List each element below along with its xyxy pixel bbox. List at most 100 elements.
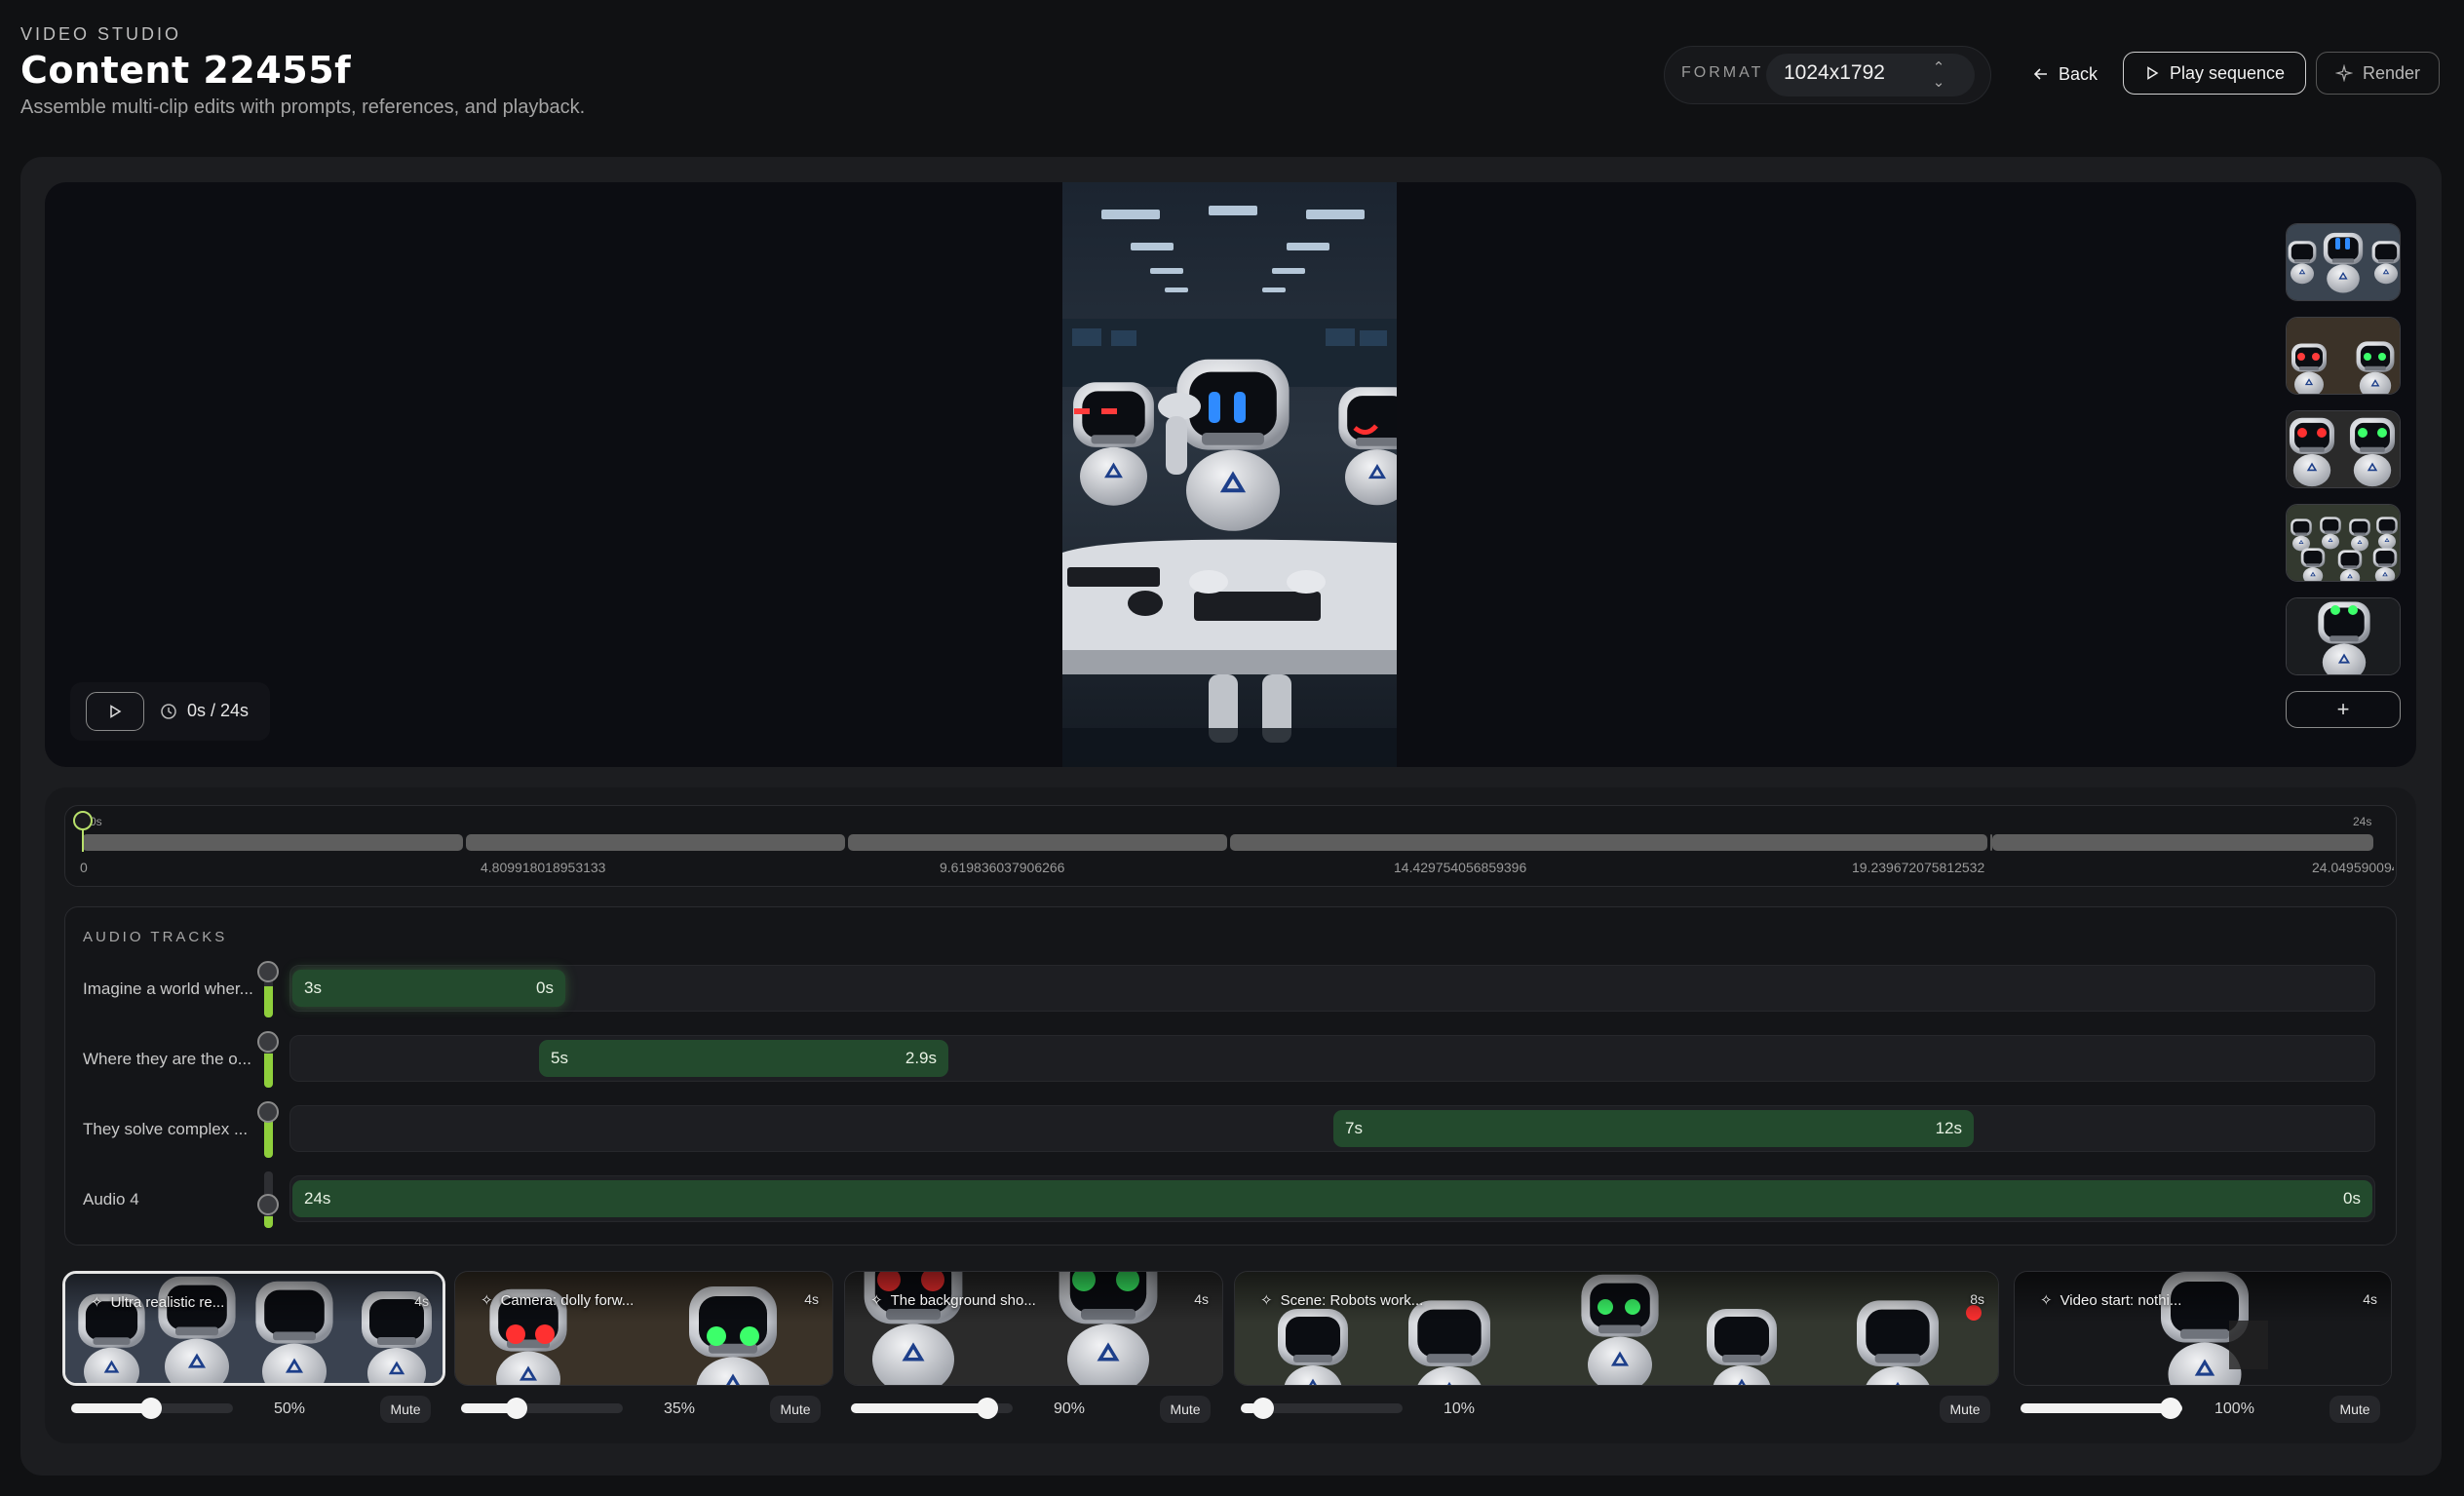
clip-volume-handle[interactable] (1252, 1398, 1274, 1419)
reference-thumbnail-2[interactable] (2286, 317, 2401, 395)
audio-clip-start: 7s (1345, 1119, 1363, 1137)
ruler-segment (466, 834, 845, 851)
sparkle-icon: ✧ (1260, 1292, 1273, 1309)
audio-clip[interactable]: 24s 0s (292, 1180, 2372, 1217)
back-button-label: Back (2058, 63, 2098, 84)
playback-time-text: 0s / 24s (187, 701, 250, 720)
video-clip-duration: 4s (1194, 1291, 1209, 1307)
video-clip-label: ✧ Video start: nothi... (2040, 1291, 2182, 1310)
audio-volume-handle[interactable] (257, 1031, 279, 1053)
video-clip-label: ✧ The background sho... (870, 1291, 1036, 1310)
audio-clip-end: 0s (2343, 1189, 2361, 1208)
audio-clip-start: 5s (551, 1049, 568, 1067)
ruler-tick: 19.239672075812532 (1852, 860, 1985, 875)
ruler-end-marker: 24s (2353, 815, 2372, 828)
audio-track-label: Audio 4 (83, 1190, 139, 1208)
play-icon (2147, 66, 2159, 80)
clip-mute-button[interactable]: Mute (2329, 1396, 2380, 1423)
render-button[interactable]: Render (2316, 52, 2440, 95)
page-subtitle: Assemble multi-clip edits with prompts, … (20, 96, 586, 118)
clip-volume-slider[interactable] (2021, 1403, 2182, 1413)
clip-volume-value: 10% (1444, 1400, 1476, 1417)
playback-time: 0s / 24s (160, 701, 249, 721)
clip-mute-button[interactable]: Mute (1160, 1396, 1211, 1423)
clip-mute-button[interactable]: Mute (770, 1396, 821, 1423)
audio-clip[interactable]: 3s 0s (292, 970, 565, 1007)
video-clip-duration: 4s (804, 1291, 819, 1307)
audio-clip-end: 2.9s (905, 1049, 937, 1067)
video-clip-1[interactable]: ✧ Ultra realistic re... 4s (62, 1271, 445, 1386)
clip-volume-handle[interactable] (2160, 1398, 2181, 1419)
back-button[interactable]: Back (2014, 53, 2117, 96)
sparkle-icon: ✧ (870, 1292, 883, 1309)
preview-play-button[interactable] (86, 692, 144, 731)
arrow-left-icon (2033, 68, 2047, 80)
ruler-tick: 9.619836037906266 (940, 860, 1065, 875)
video-clip-label: ✧ Scene: Robots work... (1260, 1291, 1424, 1310)
ruler-segment (1230, 834, 1987, 851)
playhead-handle[interactable] (73, 811, 93, 830)
video-clip-5[interactable]: ✧ Video start: nothi... 4s (2014, 1271, 2392, 1386)
audio-track-label: They solve complex ... (83, 1120, 249, 1138)
clip-volume-value: 90% (1054, 1400, 1086, 1417)
video-clip-duration: 4s (2363, 1291, 2377, 1307)
audio-track-label: Where they are the o... (83, 1050, 251, 1068)
ruler-tick: 14.429754056859396 (1394, 860, 1527, 875)
video-clip-duration: 4s (414, 1293, 429, 1309)
reference-thumbnail-5[interactable] (2286, 597, 2401, 675)
format-label: FORMAT (1681, 64, 1764, 81)
reference-thumbnail-1[interactable] (2286, 223, 2401, 301)
video-clip-3[interactable]: ✧ The background sho... 4s (844, 1271, 1223, 1386)
clip-volume-value: 50% (274, 1400, 306, 1417)
ruler-tick: 4.809918018953133 (481, 860, 606, 875)
ruler-segment (1992, 834, 2373, 851)
video-clip-2[interactable]: ✧ Camera: dolly forw... 4s (454, 1271, 833, 1386)
clip-mute-button[interactable]: Mute (1940, 1396, 1990, 1423)
sparkle-icon: ✧ (91, 1294, 103, 1311)
video-clip-duration: 8s (1970, 1291, 1984, 1307)
clip-volume-slider[interactable] (461, 1403, 623, 1413)
clip-volume-handle[interactable] (506, 1398, 527, 1419)
play-sequence-button[interactable]: Play sequence (2123, 52, 2306, 95)
ruler-segment (82, 834, 463, 851)
video-preview-frame (1062, 182, 1397, 767)
audio-clip-end: 12s (1935, 1119, 1962, 1137)
audio-volume-handle[interactable] (257, 1194, 279, 1215)
audio-clip[interactable]: 7s 12s (1333, 1110, 1974, 1147)
reference-thumbnail-4[interactable] (2286, 504, 2401, 582)
sparkle-icon: ✧ (481, 1292, 493, 1309)
clip-volume-handle[interactable] (140, 1398, 162, 1419)
add-reference-button[interactable]: + (2286, 691, 2401, 728)
ruler-tick: 24.049590094765 (2312, 860, 2394, 875)
audio-clip[interactable]: 5s 2.9s (539, 1040, 948, 1077)
ruler-tick: 0 (80, 860, 88, 875)
clip-volume-handle[interactable] (977, 1398, 998, 1419)
audio-track-label: Imagine a world wher... (83, 979, 253, 998)
render-label: Render (2362, 62, 2421, 83)
clip-volume-value: 35% (664, 1400, 696, 1417)
video-clip-label: ✧ Ultra realistic re... (91, 1293, 225, 1312)
format-value[interactable]: 1024x1792 (1784, 61, 1885, 85)
clip-mute-button[interactable]: Mute (380, 1396, 431, 1423)
play-icon (110, 705, 122, 718)
audio-clip-start: 24s (304, 1189, 331, 1208)
audio-volume-handle[interactable] (257, 961, 279, 982)
audio-lane (289, 965, 2375, 1012)
app-eyebrow: VIDEO STUDIO (20, 24, 182, 44)
sparkle-icon: ✧ (2040, 1292, 2053, 1309)
reference-thumbnail-3[interactable] (2286, 410, 2401, 488)
sparkle-icon (2334, 64, 2353, 82)
video-clip-label: ✧ Camera: dolly forw... (481, 1291, 635, 1310)
clip-volume-value: 100% (2214, 1400, 2254, 1417)
audio-volume-handle[interactable] (257, 1101, 279, 1123)
page-title: Content 22455f (20, 49, 352, 92)
audio-tracks-title: AUDIO TRACKS (83, 929, 228, 945)
audio-lane (289, 1105, 2375, 1152)
video-clip-4[interactable]: ✧ Scene: Robots work... 8s (1234, 1271, 1999, 1386)
chevron-updown-icon: ⌃ ⌄ (1932, 59, 1945, 91)
audio-clip-start: 3s (304, 978, 322, 997)
play-sequence-label: Play sequence (2169, 62, 2286, 83)
ruler-segment (848, 834, 1227, 851)
clock-icon (161, 703, 176, 719)
audio-clip-end: 0s (536, 978, 554, 997)
